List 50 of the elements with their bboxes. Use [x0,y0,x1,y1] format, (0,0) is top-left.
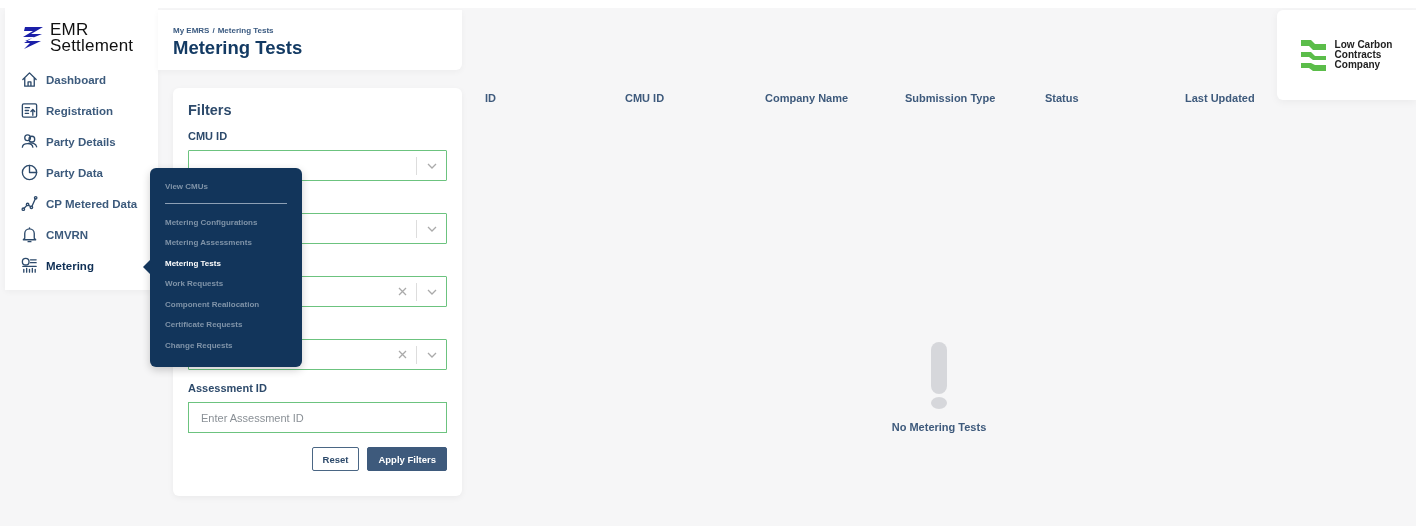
column-header: ID [485,92,497,104]
chevron-down-icon[interactable] [426,224,438,233]
column-header: Company Name [765,92,850,104]
clear-icon[interactable] [398,350,407,359]
house-icon [20,70,39,89]
brand-name: EMR Settlement [50,22,134,54]
menu-item[interactable]: Metering Assessments [165,238,287,259]
menu-item[interactable]: Work Requests [165,279,287,300]
clear-icon[interactable] [398,287,407,296]
field-label: CMU ID [188,130,229,143]
breadcrumb-link[interactable]: My EMRS [173,26,210,35]
document-upload-icon [20,101,39,120]
panel-title: Filters [188,102,233,118]
chevron-down-icon[interactable] [426,350,438,359]
empty-message: No Metering Tests [891,421,987,433]
meter-icon [20,256,39,275]
input-field[interactable]: Enter Assessment ID [188,402,447,433]
field-label: Assessment ID [188,382,268,395]
exclamation-icon [931,342,947,409]
menu-item[interactable]: Change Requests [165,340,287,361]
sidebar-item[interactable]: Dashboard [5,64,158,95]
sidebar-item[interactable]: CP Metered Data [5,188,158,219]
sidebar-item[interactable]: CMVRN [5,219,158,250]
chevron-down-icon[interactable] [426,287,438,296]
chevron-down-icon[interactable] [426,161,438,170]
lightning-logo-icon [22,26,44,50]
sidebar-item[interactable]: Party Details [5,126,158,157]
page-title: Metering Tests [173,37,304,59]
menu-item[interactable]: Metering Tests [165,258,287,279]
sidebar-item[interactable]: Metering [5,250,158,281]
breadcrumb-link[interactable]: Metering Tests [217,26,274,35]
reset-button[interactable]: Reset [311,447,360,471]
menu-item[interactable]: Metering Configurations [165,217,287,238]
line-graph-icon [20,194,39,213]
menu-item[interactable]: Certificate Requests [165,320,287,341]
apply-button[interactable]: Apply Filters [367,447,447,471]
column-header: CMU ID [625,92,666,104]
stripes-logo-icon [1300,39,1326,71]
people-icon [20,132,39,151]
menu-item[interactable]: Component Reallocation [165,299,287,320]
sidebar-item[interactable]: Registration [5,95,158,126]
breadcrumb-separator: / [212,26,215,35]
menu-item[interactable]: View CMUs [165,182,287,203]
column-header: Last Updated [1185,92,1256,104]
pie-chart-icon [20,163,39,182]
partner-name: Low Carbon Contracts Company [1334,40,1393,70]
bell-icon [20,225,39,244]
sidebar-item[interactable]: Party Data [5,157,158,188]
column-header: Status [1045,92,1080,104]
column-header: Submission Type [905,92,997,104]
